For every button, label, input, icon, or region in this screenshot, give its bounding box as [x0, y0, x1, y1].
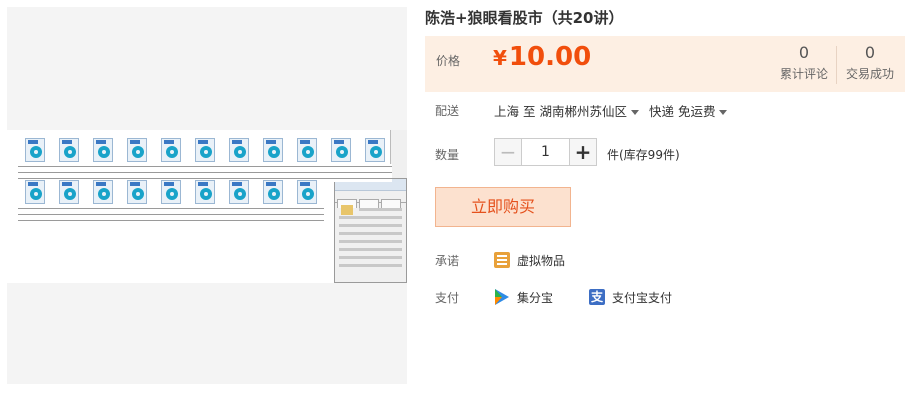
video-file-icon — [18, 138, 52, 184]
video-file-icon — [188, 138, 222, 184]
video-file-icon — [154, 138, 188, 184]
destination-select[interactable]: 湖南郴州苏仙区 — [540, 104, 646, 119]
video-file-icon — [18, 180, 52, 226]
price-panel: 价格 ¥10.00 0 累计评论 0 交易成功 — [425, 36, 905, 92]
video-file-icon — [86, 138, 120, 184]
review-label: 累计评论 — [779, 67, 828, 81]
payment-method-jifenbao: 集分宝 — [517, 291, 554, 305]
video-file-icon — [324, 138, 358, 184]
video-file-icon — [358, 138, 392, 184]
shipping-info: 上海 至 湖南郴州苏仙区 快递 免运费 — [494, 101, 733, 120]
currency-symbol: ¥ — [493, 46, 507, 70]
buy-now-button[interactable]: 立即购买 — [435, 187, 571, 227]
video-file-icon — [120, 138, 154, 184]
video-file-icon — [188, 180, 222, 226]
ship-from: 上海 — [494, 104, 520, 119]
decrease-quantity-button[interactable]: − — [494, 138, 522, 166]
ship-to-word: 至 — [523, 104, 536, 119]
video-file-icon — [290, 138, 324, 184]
shipping-method-select[interactable]: 快递 免运费 — [649, 104, 733, 119]
review-stat[interactable]: 0 累计评论 — [772, 43, 836, 82]
price-value: ¥10.00 — [493, 42, 591, 72]
stat-divider — [836, 46, 837, 84]
folder-icon — [341, 205, 353, 215]
jifenbao-icon — [494, 289, 510, 305]
video-file-icon — [154, 180, 188, 226]
review-count: 0 — [798, 43, 810, 62]
video-file-icon — [52, 138, 86, 184]
quantity-input[interactable]: 1 — [521, 138, 570, 166]
video-file-icon — [222, 138, 256, 184]
shipping-method-text: 快递 免运费 — [649, 104, 716, 119]
increase-quantity-button[interactable]: + — [569, 138, 597, 166]
product-title: 陈浩+狼眼看股市（共20讲） — [425, 9, 624, 27]
properties-dialog-image — [334, 178, 407, 283]
quantity-label: 数量 — [435, 148, 460, 162]
sales-stat[interactable]: 0 交易成功 — [838, 43, 902, 82]
video-file-icon — [290, 180, 324, 226]
video-file-icon — [222, 180, 256, 226]
sales-label: 交易成功 — [845, 67, 894, 81]
payment-method-alipay: 支付宝支付 — [612, 291, 673, 305]
product-main-image[interactable] — [7, 130, 407, 283]
product-image-gallery — [7, 7, 407, 384]
price-amount: 10.00 — [508, 42, 592, 72]
promise-label: 承诺 — [435, 254, 460, 268]
video-file-icon — [256, 180, 290, 226]
virtual-goods-icon — [494, 252, 510, 268]
stock-info: 件(库存99件) — [607, 148, 680, 162]
alipay-icon: 支 — [589, 289, 605, 305]
shipping-label: 配送 — [435, 104, 460, 118]
virtual-goods-text: 虚拟物品 — [517, 254, 566, 268]
destination-text: 湖南郴州苏仙区 — [539, 104, 628, 119]
chevron-down-icon — [719, 110, 728, 115]
video-file-icon — [86, 180, 120, 226]
payment-label: 支付 — [435, 291, 460, 305]
sales-count: 0 — [864, 43, 876, 62]
video-file-icon — [256, 138, 290, 184]
chevron-down-icon — [631, 110, 640, 115]
price-label: 价格 — [436, 54, 461, 68]
video-file-icon — [52, 180, 86, 226]
video-file-icon — [120, 180, 154, 226]
